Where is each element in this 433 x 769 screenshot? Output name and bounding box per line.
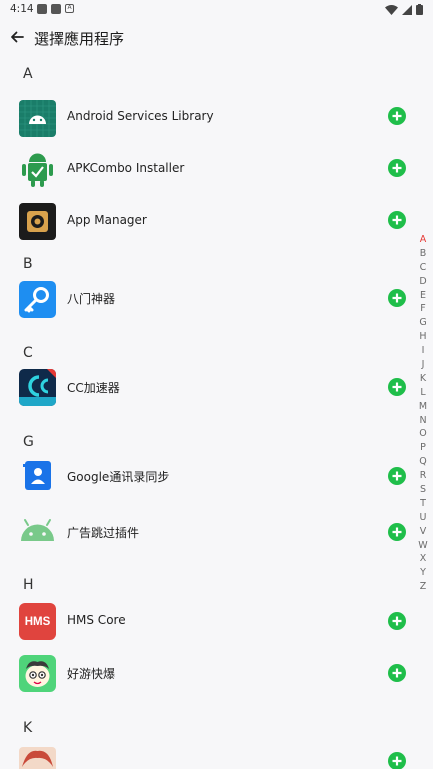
notification-icon — [37, 4, 47, 14]
add-circle-icon[interactable] — [388, 523, 406, 541]
index-letter-p[interactable]: P — [414, 441, 432, 455]
app-name: APKCombo Installer — [67, 161, 185, 175]
app-manager-icon — [19, 203, 56, 240]
index-letter-x[interactable]: X — [414, 552, 432, 566]
list-item[interactable]: App Manager — [0, 194, 410, 246]
index-letter-k[interactable]: K — [414, 372, 432, 386]
add-circle-icon[interactable] — [388, 612, 406, 630]
section-header-b: B — [23, 256, 33, 272]
bamen-icon — [19, 281, 56, 318]
app-name: HMS Core — [67, 613, 126, 627]
add-circle-icon[interactable] — [388, 752, 406, 769]
index-letter-m[interactable]: M — [414, 400, 432, 414]
add-circle-icon[interactable] — [388, 107, 406, 125]
hms-core-icon: HMS — [19, 603, 56, 640]
index-letter-u[interactable]: U — [414, 511, 432, 525]
status-time: 4:14 — [10, 3, 34, 15]
list-item[interactable]: 八门神器 — [0, 281, 410, 335]
android-generic-icon — [19, 513, 56, 550]
battery-icon — [416, 4, 423, 15]
index-letter-b[interactable]: B — [414, 247, 432, 261]
index-letter-l[interactable]: L — [414, 386, 432, 400]
index-letter-h[interactable]: H — [414, 330, 432, 344]
android-services-icon — [19, 100, 56, 137]
index-letter-o[interactable]: O — [414, 427, 432, 441]
app-name: 广告跳过插件 — [67, 526, 140, 540]
app-name: CC加速器 — [67, 381, 120, 395]
list-item[interactable]: CC加速器 — [0, 369, 410, 424]
index-letter-d[interactable]: D — [414, 275, 432, 289]
app-name: App Manager — [67, 213, 147, 227]
list-item[interactable]: HMS HMS Core — [0, 603, 410, 657]
index-letter-e[interactable]: E — [414, 289, 432, 303]
system-icons — [385, 4, 423, 15]
index-letter-y[interactable]: Y — [414, 566, 432, 580]
list-item[interactable]: Google通讯录同步 — [0, 461, 410, 513]
index-letter-j[interactable]: J — [414, 358, 432, 372]
page-title: 選擇應用程序 — [34, 30, 125, 48]
section-header-h: H — [23, 577, 34, 593]
index-letter-t[interactable]: T — [414, 497, 432, 511]
section-header-a: A — [23, 66, 33, 82]
index-letter-z[interactable]: Z — [414, 580, 432, 594]
index-letter-v[interactable]: V — [414, 525, 432, 539]
add-circle-icon[interactable] — [388, 664, 406, 682]
app-name: 好游快爆 — [67, 667, 116, 681]
back-arrow-icon[interactable] — [8, 28, 26, 46]
app-name: Android Services Library — [67, 109, 214, 123]
notification-icons: A — [37, 4, 74, 14]
google-contacts-icon — [19, 457, 56, 494]
section-header-k: K — [23, 720, 33, 736]
list-item[interactable]: Android Services Library — [0, 90, 410, 142]
app-name: 八门神器 — [67, 292, 116, 306]
notification-icon — [51, 4, 61, 14]
alphabet-index-bar[interactable]: A B C D E F G H I J K L M N O P Q R S T … — [414, 233, 432, 594]
index-letter-c[interactable]: C — [414, 261, 432, 275]
index-letter-g[interactable]: G — [414, 316, 432, 330]
notification-icon: A — [65, 4, 74, 13]
index-letter-w[interactable]: W — [414, 539, 432, 553]
index-letter-i[interactable]: I — [414, 344, 432, 358]
index-letter-s[interactable]: S — [414, 483, 432, 497]
app-name: Google通讯录同步 — [67, 470, 170, 484]
section-header-c: C — [23, 345, 33, 361]
list-item[interactable] — [0, 747, 410, 769]
add-circle-icon[interactable] — [388, 159, 406, 177]
haoyou-icon — [19, 655, 56, 692]
app-list[interactable]: A Android Services Library APKCombo Inst… — [0, 58, 410, 769]
add-circle-icon[interactable] — [388, 289, 406, 307]
anime-avatar-icon — [19, 747, 56, 769]
status-bar: 4:14 A — [0, 0, 433, 20]
apkcombo-icon — [19, 151, 56, 188]
add-circle-icon[interactable] — [388, 211, 406, 229]
signal-icon — [402, 4, 412, 15]
cc-accelerator-icon — [19, 369, 56, 406]
app-bar: 選擇應用程序 — [0, 22, 433, 52]
hms-logo-text: HMS — [24, 615, 51, 628]
list-item[interactable]: APKCombo Installer — [0, 142, 410, 194]
index-letter-r[interactable]: R — [414, 469, 432, 483]
add-circle-icon[interactable] — [388, 378, 406, 396]
index-letter-a[interactable]: A — [414, 233, 432, 247]
index-letter-q[interactable]: Q — [414, 455, 432, 469]
list-item[interactable]: 广告跳过插件 — [0, 513, 410, 565]
add-circle-icon[interactable] — [388, 467, 406, 485]
index-letter-n[interactable]: N — [414, 414, 432, 428]
section-header-g: G — [23, 434, 34, 450]
index-letter-f[interactable]: F — [414, 302, 432, 316]
wifi-icon — [385, 4, 398, 15]
list-item[interactable]: 好游快爆 — [0, 655, 410, 709]
